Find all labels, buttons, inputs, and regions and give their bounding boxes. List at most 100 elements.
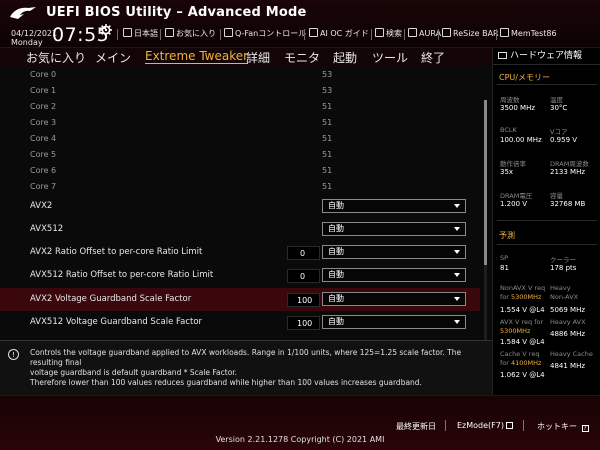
capacity-value: 32768 MB bbox=[550, 200, 586, 208]
core-value: 51 bbox=[322, 102, 333, 111]
avx-vreq-text: AVX V req bbox=[500, 318, 533, 326]
avx-vreq-value: 1.584 V @L4 bbox=[500, 338, 545, 346]
heavy-cache-value: 4841 MHz bbox=[550, 362, 586, 370]
core-label: Core 4 bbox=[30, 134, 57, 143]
resize-bar-button[interactable]: ReSize BAR bbox=[442, 28, 499, 38]
setting-label: AVX2 bbox=[30, 201, 53, 211]
for-text: for bbox=[500, 359, 509, 367]
for-text: for bbox=[500, 293, 509, 301]
tool-separator bbox=[404, 29, 405, 40]
cooler-value: 178 pts bbox=[550, 264, 577, 272]
tool-label: MemTest86 bbox=[511, 29, 557, 38]
core-value: 53 bbox=[322, 70, 333, 79]
for-text: for bbox=[534, 318, 544, 326]
setting-row-avx2[interactable]: AVX2 自動 bbox=[0, 196, 480, 218]
ratio-value: 35x bbox=[500, 168, 514, 176]
avx512-guardband-select[interactable]: 自動 bbox=[322, 315, 466, 329]
memtest-button[interactable]: MemTest86 bbox=[500, 28, 557, 38]
tool-separator bbox=[117, 29, 118, 40]
info-icon: ! bbox=[8, 349, 19, 360]
select-value: 自動 bbox=[328, 224, 344, 233]
app-title: UEFI BIOS Utility – Advanced Mode bbox=[46, 5, 307, 20]
tab-extreme-tweaker[interactable]: Extreme Tweaker bbox=[145, 49, 249, 64]
nonavx-vreq-label: NonAVX V req bbox=[500, 284, 546, 292]
tool-separator bbox=[160, 29, 161, 40]
hotkey-button[interactable]: ホットキー ? bbox=[537, 421, 589, 432]
hardware-info-header: ハードウェア情報 bbox=[493, 48, 600, 65]
fan-icon bbox=[224, 28, 233, 37]
tool-separator bbox=[438, 29, 439, 40]
ai-oc-button[interactable]: AI OC ガイド bbox=[309, 28, 369, 39]
bclk-label: BCLK bbox=[500, 126, 517, 134]
avx2-ratio-offset-select[interactable]: 自動 bbox=[322, 245, 466, 259]
tab-monitor[interactable]: モニタ bbox=[284, 49, 320, 66]
core-value: 51 bbox=[322, 118, 333, 127]
rog-logo-icon bbox=[10, 7, 36, 19]
avx2-select[interactable]: 自動 bbox=[322, 199, 466, 213]
qfan-button[interactable]: Q-Fanコントロール bbox=[224, 28, 306, 39]
avx512-guardband-input[interactable]: 100 bbox=[287, 316, 320, 330]
temp-value: 30°C bbox=[550, 104, 568, 112]
tab-main[interactable]: メイン bbox=[95, 49, 131, 66]
nonavx-vreq-value: 1.554 V @L4 bbox=[500, 306, 545, 314]
core-value: 51 bbox=[322, 134, 333, 143]
core-label: Core 6 bbox=[30, 166, 57, 175]
dram-voltage-value: 1.200 V bbox=[500, 200, 528, 208]
ratio-label: 動作倍率 bbox=[500, 160, 526, 168]
vcore-label: Vコア bbox=[550, 128, 568, 136]
monitor-icon bbox=[498, 52, 507, 59]
tool-separator bbox=[496, 29, 497, 40]
core-value: 53 bbox=[322, 86, 333, 95]
setting-row-avx2-ratio-offset[interactable]: AVX2 Ratio Offset to per-core Ratio Limi… bbox=[0, 242, 480, 264]
search-button[interactable]: 検索 bbox=[375, 28, 402, 39]
help-line: Controls the voltage guardband applied t… bbox=[30, 348, 462, 367]
scrollbar-thumb[interactable] bbox=[484, 100, 487, 265]
core-label: Core 2 bbox=[30, 102, 57, 111]
settings-list: Core 0 53 Core 1 53 Core 2 51 Core 3 51 Core… bbox=[0, 66, 492, 340]
cache-vreq-value: 1.062 V @L4 bbox=[500, 371, 545, 379]
setting-row-avx512-ratio-offset[interactable]: AVX512 Ratio Offset to per-core Ratio Li… bbox=[0, 265, 480, 287]
core-ratio-row: Core 6 51 bbox=[0, 166, 480, 180]
help-line: Therefore lower than 100 values reduces … bbox=[30, 378, 422, 387]
tab-exit[interactable]: 終了 bbox=[421, 49, 445, 66]
aura-button[interactable]: AURA bbox=[408, 28, 441, 38]
favorites-button[interactable]: お気に入り bbox=[165, 28, 216, 39]
heavy-cache-label: Heavy Cache bbox=[550, 350, 593, 358]
tab-boot[interactable]: 起動 bbox=[333, 49, 357, 66]
memtest-icon bbox=[500, 28, 509, 37]
language-button[interactable]: 日本語 bbox=[123, 28, 158, 39]
tab-tool[interactable]: ツール bbox=[372, 49, 408, 66]
select-value: 自動 bbox=[328, 247, 344, 256]
hotkey-label: ホットキー bbox=[537, 422, 577, 431]
last-modified-button[interactable]: 最終更新日 bbox=[396, 421, 436, 432]
core-ratio-row: Core 3 51 bbox=[0, 118, 480, 132]
core-label: Core 5 bbox=[30, 150, 57, 159]
setting-label: AVX512 Ratio Offset to per-core Ratio Li… bbox=[30, 270, 214, 280]
scrollbar[interactable] bbox=[484, 100, 487, 340]
avx2-guardband-select[interactable]: 自動 bbox=[322, 292, 466, 306]
select-value: 自動 bbox=[328, 317, 344, 326]
aura-icon bbox=[408, 28, 417, 37]
ai-icon bbox=[309, 28, 318, 37]
avx512-ratio-offset-input[interactable]: 0 bbox=[287, 269, 320, 283]
avx2-guardband-input[interactable]: 100 bbox=[287, 293, 320, 307]
ezmode-button[interactable]: EzMode(F7) bbox=[457, 421, 513, 430]
avx512-select[interactable]: 自動 bbox=[322, 222, 466, 236]
tool-label: Q-Fanコントロール bbox=[235, 29, 307, 38]
globe-icon bbox=[123, 28, 132, 37]
temp-label: 温度 bbox=[550, 96, 563, 104]
chevron-down-icon bbox=[454, 273, 460, 277]
chevron-down-icon bbox=[454, 297, 460, 301]
heavy-avx-value: 4886 MHz bbox=[550, 330, 586, 338]
avx512-ratio-offset-select[interactable]: 自動 bbox=[322, 268, 466, 282]
tool-label: ReSize BAR bbox=[453, 29, 499, 38]
cache-vreq-label: Cache V req bbox=[500, 350, 540, 358]
tab-favorites[interactable]: お気に入り bbox=[26, 49, 86, 66]
tab-advanced[interactable]: 詳細 bbox=[246, 49, 270, 66]
dram-freq-label: DRAM周波数 bbox=[550, 160, 589, 168]
question-icon: ? bbox=[581, 425, 589, 432]
avx2-ratio-offset-input[interactable]: 0 bbox=[287, 246, 320, 260]
setting-row-avx2-guardband[interactable]: AVX2 Voltage Guardband Scale Factor 100 … bbox=[0, 288, 480, 311]
setting-row-avx512[interactable]: AVX512 自動 bbox=[0, 219, 480, 241]
setting-row-avx512-guardband[interactable]: AVX512 Voltage Guardband Scale Factor 10… bbox=[0, 312, 480, 334]
